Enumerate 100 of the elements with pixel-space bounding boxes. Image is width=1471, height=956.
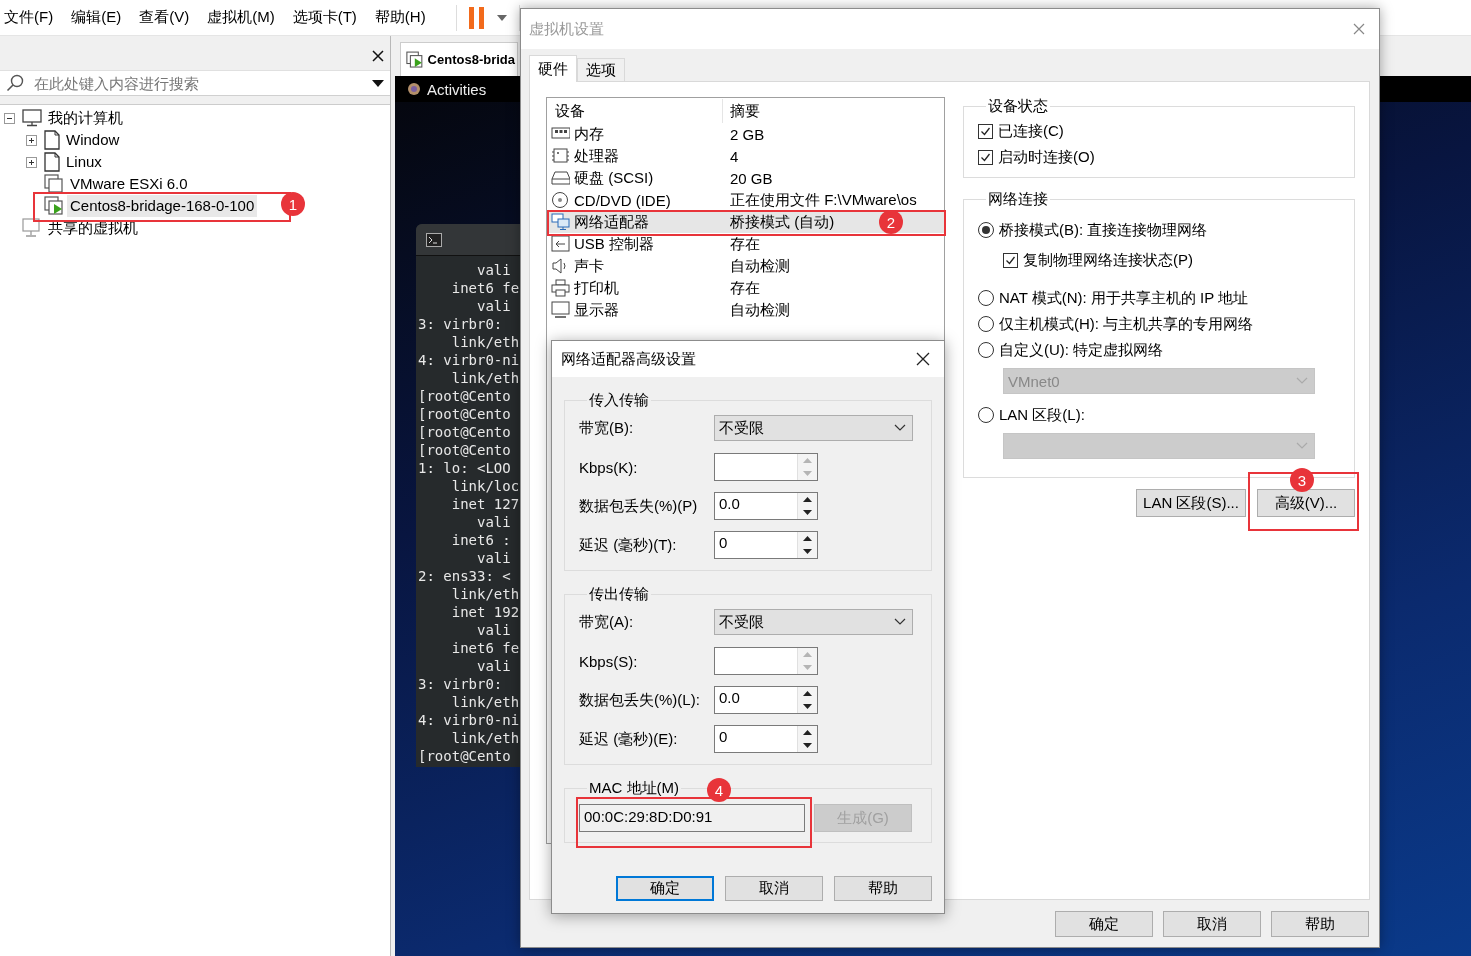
device-row[interactable]: 声卡 自动检测 xyxy=(549,255,944,277)
device-row[interactable]: USB 控制器 存在 xyxy=(549,233,944,255)
advanced-button[interactable]: 高级(V)... xyxy=(1257,489,1355,517)
dropdown[interactable]: 不受限 xyxy=(714,415,913,441)
tree-item[interactable]: 我的计算机 xyxy=(45,107,126,129)
radio-button[interactable] xyxy=(978,290,994,306)
tree-item[interactable]: Window xyxy=(63,129,123,151)
group-title: 传出传输 xyxy=(588,585,650,604)
dialog-button[interactable]: 帮助 xyxy=(1271,911,1369,937)
dialog-title: 网络适配器高级设置 xyxy=(561,349,696,369)
expand-toggle[interactable] xyxy=(26,134,37,146)
terminal-line: [root@Cento xyxy=(418,747,512,765)
down-arrow-icon[interactable] xyxy=(803,549,812,554)
up-arrow-icon[interactable] xyxy=(803,691,812,696)
dialog-button[interactable]: 确定 xyxy=(1055,911,1153,937)
dialog-button[interactable]: 取消 xyxy=(725,876,823,901)
table-cell-text: 正在使用文件 F:\VMware\os xyxy=(729,190,917,210)
close-icon[interactable] xyxy=(372,50,384,62)
menu-item[interactable]: 选项卡(T) xyxy=(292,8,357,27)
field-value: 0 xyxy=(718,727,729,747)
field-label: 延迟 (毫秒)(E): xyxy=(579,729,679,749)
dropdown-value: 不受限 xyxy=(719,612,764,632)
terminal-line: link/eth xyxy=(450,369,520,387)
checkbox[interactable] xyxy=(978,123,993,139)
down-arrow-icon[interactable] xyxy=(803,743,812,748)
dialog-button[interactable]: 帮助 xyxy=(834,876,932,901)
terminal-line: 4: virbr0-ni xyxy=(418,351,520,369)
table-cell: 声卡 xyxy=(574,256,604,276)
checkbox[interactable] xyxy=(978,149,993,165)
expand-toggle[interactable] xyxy=(4,112,15,124)
shared-monitor-icon xyxy=(22,218,42,238)
radio-button[interactable] xyxy=(978,222,994,238)
vm-tab[interactable]: Centos8-brida xyxy=(400,42,518,76)
device-row[interactable]: 内存 2 GB xyxy=(549,123,944,145)
tab[interactable]: 硬件 xyxy=(529,55,577,82)
terminal-line: link/loc xyxy=(450,477,520,495)
radio-label: LAN 区段(L): xyxy=(999,405,1085,425)
search-field[interactable]: 在此处键入内容进行搜索 xyxy=(0,70,390,96)
table-cell: 硬盘 (SCSI) xyxy=(574,168,654,188)
menu-item[interactable]: 帮助(H) xyxy=(374,8,426,27)
tree-item[interactable]: VMware ESXi 6.0 xyxy=(67,173,191,195)
up-arrow-icon[interactable] xyxy=(803,497,812,502)
menu-item[interactable]: 文件(F) xyxy=(4,8,54,27)
table-cell-text: 存在 xyxy=(729,278,760,298)
spin-field[interactable]: 0.0 xyxy=(714,492,818,520)
checkbox-label: 已连接(C) xyxy=(998,121,1064,141)
terminal-line: 4: virbr0-ni xyxy=(418,711,520,729)
menu-item[interactable]: 虚拟机(M) xyxy=(207,8,275,27)
up-arrow-icon[interactable] xyxy=(803,730,812,735)
table-cell-text: 自动检测 xyxy=(729,300,790,320)
mac-address-field[interactable]: 00:0C:29:8D:D0:91 xyxy=(579,804,805,832)
up-arrow-icon[interactable] xyxy=(803,536,812,541)
table-cell-text: 20 GB xyxy=(729,169,773,187)
field-label: 带宽(A): xyxy=(579,612,635,632)
device-row[interactable]: 处理器 4 xyxy=(549,145,944,167)
device-row[interactable]: 硬盘 (SCSI) 20 GB xyxy=(549,167,944,189)
spin-field[interactable]: 0 xyxy=(714,725,818,753)
running-vm-icon xyxy=(406,49,424,70)
checkbox[interactable] xyxy=(1003,252,1018,268)
checkbox-label: 启动时连接(O) xyxy=(998,147,1095,167)
caret-icon xyxy=(894,424,906,432)
down-arrow-icon[interactable] xyxy=(803,510,812,515)
dialog-button[interactable]: 取消 xyxy=(1163,911,1261,937)
field-label: 数据包丢失(%)(P) xyxy=(579,496,699,516)
terminal-line: vali xyxy=(476,297,512,315)
spin-field[interactable]: 0 xyxy=(714,531,818,559)
device-row[interactable]: CD/DVD (IDE) 正在使用文件 F:\VMware\os xyxy=(549,189,944,211)
pause-icon[interactable] xyxy=(468,6,485,29)
search-input[interactable]: 在此处键入内容进行搜索 xyxy=(32,73,364,93)
activities-label[interactable]: Activities xyxy=(427,80,487,98)
dropdown[interactable]: 不受限 xyxy=(714,609,913,635)
radio-button[interactable] xyxy=(978,316,994,332)
close-icon[interactable] xyxy=(916,352,930,366)
lan-segments-button[interactable]: LAN 区段(S)... xyxy=(1136,489,1246,517)
menu-item[interactable]: 查看(V) xyxy=(139,8,190,27)
terminal-line: 1: lo: <LOO xyxy=(418,459,512,477)
vm-tab-title: Centos8-brida xyxy=(427,52,515,67)
caret-icon xyxy=(894,618,906,626)
dialog-button[interactable]: 确定 xyxy=(616,876,714,901)
device-row[interactable]: 打印机 存在 xyxy=(549,277,944,299)
radio-button[interactable] xyxy=(978,342,994,358)
device-row[interactable]: 显示器 自动检测 xyxy=(549,299,944,321)
caret-icon xyxy=(1296,442,1308,450)
radio-button[interactable] xyxy=(978,407,994,423)
tree-item[interactable]: Centos8-bridage-168-0-100 xyxy=(67,195,258,217)
column-header: 摘要 xyxy=(729,101,760,121)
table-cell-text: 存在 xyxy=(729,234,760,254)
terminal-line: 2: ens33: < xyxy=(418,567,512,585)
radio-label: 桥接模式(B): 直接连接物理网络 xyxy=(999,220,1208,240)
tab[interactable]: 选项 xyxy=(577,58,625,81)
menu-item[interactable]: 编辑(E) xyxy=(71,8,122,27)
checkmark-icon xyxy=(980,151,991,163)
tree-item[interactable]: Linux xyxy=(63,151,105,173)
terminal-line: [root@Cento xyxy=(418,405,512,423)
down-arrow-icon[interactable] xyxy=(803,704,812,709)
dropdown-icon[interactable] xyxy=(372,79,384,87)
spin-field[interactable]: 0.0 xyxy=(714,686,818,714)
table-cell: 打印机 xyxy=(574,278,619,298)
expand-toggle[interactable] xyxy=(26,156,37,168)
table-cell: 显示器 xyxy=(574,300,619,320)
